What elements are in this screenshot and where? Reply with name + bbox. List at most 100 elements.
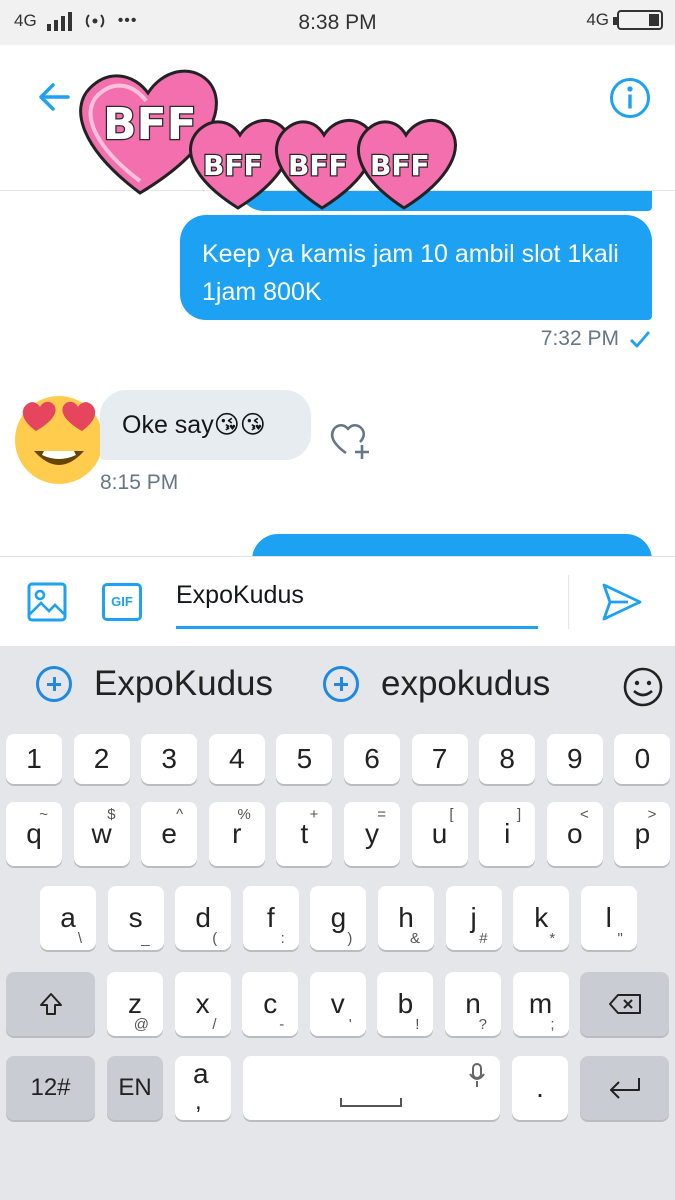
letter-key[interactable]: u[ xyxy=(411,802,468,866)
key-label: g xyxy=(330,902,347,933)
key-secondary-label: ~ xyxy=(39,806,48,823)
letter-key[interactable]: h & xyxy=(378,886,434,950)
composer-divider xyxy=(568,575,569,629)
key-secondary-label: + xyxy=(309,806,319,823)
letter-key[interactable]: y = xyxy=(344,802,400,866)
letter-key[interactable]: a \ xyxy=(40,886,96,950)
suggestion-item[interactable]: expokudus xyxy=(323,664,550,704)
key-secondary-label: ^ xyxy=(176,806,184,823)
letter-key[interactable]: x / xyxy=(174,972,231,1036)
smiley-icon[interactable] xyxy=(622,666,664,708)
key-secondary-label: # xyxy=(479,930,488,947)
punctuation-sub: , xyxy=(195,1088,202,1115)
message-input[interactable]: ExpoKudus xyxy=(176,577,538,629)
key-label: v xyxy=(330,988,345,1019)
key-label: 5 xyxy=(296,743,313,774)
message-time: 8:15 PM xyxy=(100,471,179,494)
key-label: m xyxy=(528,988,553,1019)
number-key[interactable]: 6 xyxy=(344,734,400,784)
key-label: 3 xyxy=(161,743,177,774)
letter-key[interactable]: i] xyxy=(479,802,536,866)
shift-key[interactable] xyxy=(6,972,95,1036)
language-key[interactable]: EN xyxy=(107,1056,163,1120)
key-secondary-label: * xyxy=(549,930,556,947)
letter-key[interactable]: j # xyxy=(445,886,502,950)
message-composer: GIF ExpoKudus xyxy=(0,556,675,646)
add-word-icon xyxy=(323,666,359,702)
letter-key[interactable]: b! xyxy=(377,972,434,1036)
key-label: 7 xyxy=(431,743,448,774)
key-secondary-label: ? xyxy=(478,1016,487,1033)
enter-key[interactable] xyxy=(580,1056,669,1120)
key-label: j xyxy=(470,902,477,933)
letter-key[interactable]: e ^ xyxy=(141,802,198,866)
punctuation-label: a xyxy=(193,1058,209,1089)
key-secondary-label: % xyxy=(237,806,251,823)
key-label: a xyxy=(60,902,76,933)
letter-key[interactable]: s _ xyxy=(107,886,164,950)
key-label: u xyxy=(431,818,448,849)
shift-icon xyxy=(39,993,62,1015)
conversation-header: BFF BFF BFF BFF xyxy=(0,45,675,210)
number-key[interactable]: 9 xyxy=(546,734,603,784)
microphone-icon xyxy=(469,1063,485,1087)
letter-key[interactable]: p > xyxy=(614,802,671,866)
sticker-text-3: BFF xyxy=(288,149,348,182)
key-label: x xyxy=(195,988,210,1019)
number-key[interactable]: 4 xyxy=(208,734,265,784)
key-secondary-label: ( xyxy=(212,930,218,947)
letter-key[interactable]: z @ xyxy=(107,972,163,1036)
symbols-key[interactable]: 12# xyxy=(6,1056,95,1120)
incoming-message[interactable]: Oke say😘😘 xyxy=(100,390,311,460)
letter-key[interactable]: o < xyxy=(546,802,603,866)
heart-eyes-emoji-avatar[interactable] xyxy=(12,391,106,485)
image-icon[interactable] xyxy=(26,581,68,623)
number-key[interactable]: 7 xyxy=(411,734,468,784)
number-key[interactable]: 8 xyxy=(479,734,536,784)
punctuation-key[interactable]: a , xyxy=(175,1056,231,1120)
number-key[interactable]: 3 xyxy=(141,734,198,784)
key-secondary-label: ] xyxy=(517,806,522,823)
number-key[interactable]: 0 xyxy=(614,734,671,784)
info-circle-icon[interactable] xyxy=(608,76,652,120)
status-bar: 4G ••• 8:38 PM 4G xyxy=(0,0,675,45)
letter-key[interactable]: d( xyxy=(175,886,232,950)
period-key[interactable]: . xyxy=(512,1056,568,1120)
number-key[interactable]: 5 xyxy=(276,734,333,784)
sticker-text-4: BFF xyxy=(370,149,430,182)
key-label: 1 xyxy=(26,743,42,774)
like-heart-icon[interactable] xyxy=(328,419,374,461)
key-label: b xyxy=(397,988,414,1019)
key-secondary-label: > xyxy=(647,806,657,823)
gif-button[interactable]: GIF xyxy=(102,583,142,621)
key-secondary-label: = xyxy=(377,806,386,823)
letter-key[interactable]: t + xyxy=(276,802,333,866)
letter-key[interactable]: g) xyxy=(310,886,367,950)
letter-key[interactable]: m; xyxy=(512,972,569,1036)
key-secondary-label: \ xyxy=(77,930,82,947)
number-key[interactable]: 1 xyxy=(6,734,62,784)
key-secondary-label: ! xyxy=(415,1016,420,1033)
letter-key[interactable]: q ~ xyxy=(6,802,62,866)
letter-key[interactable]: f: xyxy=(242,886,299,950)
letter-key[interactable]: v ' xyxy=(309,972,366,1036)
send-icon[interactable] xyxy=(600,581,644,623)
letter-key[interactable]: c- xyxy=(242,972,299,1036)
letter-key[interactable]: k * xyxy=(513,886,570,950)
letter-key[interactable]: l " xyxy=(580,886,637,950)
letter-key[interactable]: w $ xyxy=(73,802,130,866)
backspace-key[interactable] xyxy=(580,972,669,1036)
key-label: c xyxy=(263,988,278,1019)
arrow-left-icon[interactable] xyxy=(34,77,74,117)
letter-key[interactable]: n? xyxy=(445,972,501,1036)
space-key[interactable] xyxy=(243,1056,500,1120)
key-secondary-label: " xyxy=(617,930,623,947)
key-secondary-label: - xyxy=(279,1016,285,1033)
suggestion-item[interactable]: ExpoKudus xyxy=(36,664,273,704)
number-key[interactable]: 2 xyxy=(73,734,130,784)
key-secondary-label: [ xyxy=(449,806,454,823)
letter-key[interactable]: r% xyxy=(208,802,265,866)
enter-icon xyxy=(609,1078,640,1099)
key-label: 0 xyxy=(634,743,651,774)
soft-keyboard: ExpoKudus expokudus 12# EN a , . 1 2 3 4 5 6 7… xyxy=(0,646,675,1200)
